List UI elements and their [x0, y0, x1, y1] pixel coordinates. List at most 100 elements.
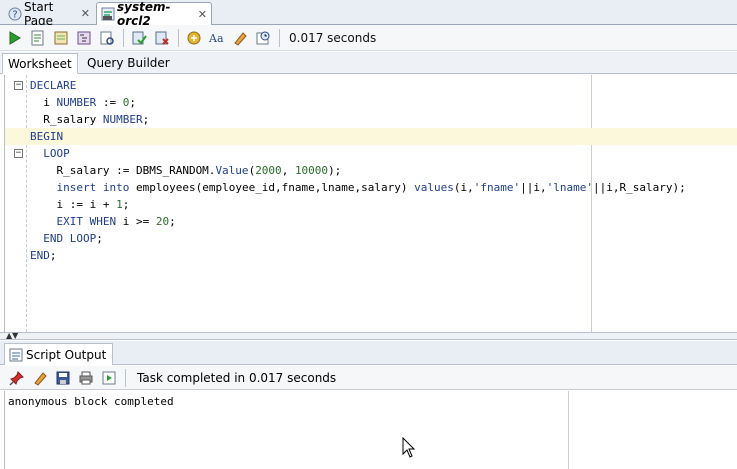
code-text: i := i + 1; — [30, 196, 129, 213]
splitter-arrows-icon[interactable]: ▲▼ — [6, 332, 18, 340]
tab-query-builder[interactable]: Query Builder — [82, 53, 175, 74]
tab-script-output[interactable]: Script Output — [4, 343, 114, 365]
code-token: (i, — [453, 181, 474, 194]
code-text: END LOOP; — [30, 230, 103, 247]
code-text: R_salary := DBMS_RANDOM.Value(2000, 1000… — [30, 162, 341, 179]
code-token: ; — [129, 96, 136, 109]
code-token: EXIT WHEN — [56, 215, 117, 228]
panel-splitter[interactable]: ▲▼ — [0, 332, 737, 340]
close-icon[interactable]: ✕ — [81, 7, 90, 20]
code-token: := — [96, 96, 123, 109]
fold-toggle-icon[interactable]: − — [14, 149, 23, 158]
code-text: BEGIN — [30, 128, 63, 145]
tab-start-page[interactable]: ? Start Page ✕ — [4, 0, 94, 28]
code-line[interactable]: BEGIN — [5, 128, 737, 145]
mouse-cursor-icon — [402, 436, 416, 462]
code-line[interactable]: i NUMBER := 0; — [5, 94, 737, 111]
svg-text:Aa: Aa — [208, 32, 224, 45]
tab-label: Script Output — [26, 347, 107, 362]
run-script-icon[interactable] — [28, 28, 48, 48]
code-line[interactable]: insert into employees(employee_id,fname,… — [5, 179, 737, 196]
commit-icon[interactable] — [129, 28, 149, 48]
code-token: 1 — [116, 198, 123, 211]
close-icon[interactable]: ✕ — [198, 8, 207, 21]
code-token: insert into — [56, 181, 130, 194]
save-icon[interactable] — [53, 368, 73, 388]
code-line[interactable]: EXIT WHEN i >= 20; — [5, 213, 737, 230]
fold-toggle-icon[interactable]: − — [14, 81, 23, 90]
code-token: 2000 — [255, 164, 282, 177]
unshared-sql-icon[interactable] — [184, 28, 204, 48]
sql-tuning-icon[interactable] — [97, 28, 117, 48]
code-line[interactable]: R_salary NUMBER; — [5, 111, 737, 128]
code-token: NUMBER — [102, 113, 143, 126]
tab-worksheet[interactable]: Worksheet — [2, 53, 78, 74]
code-token: employees(employee_id,fname,lname,salary… — [129, 181, 415, 194]
clear-output-icon[interactable] — [30, 368, 50, 388]
code-token: ||i,R_salary); — [592, 181, 686, 194]
code-token: i >= — [116, 215, 156, 228]
code-token: Value — [215, 164, 249, 177]
clear-icon[interactable] — [230, 28, 250, 48]
code-token: 'fname' — [473, 181, 521, 194]
code-token: R_salary — [30, 113, 103, 126]
toolbar-separator — [178, 28, 179, 47]
pin-icon[interactable] — [7, 368, 27, 388]
script-output-area[interactable]: anonymous block completed — [4, 391, 737, 469]
execution-time: 0.017 seconds — [289, 30, 377, 45]
sql-editor[interactable]: − DECLARE i NUMBER := 0; R_salary NUMBER;… — [4, 75, 737, 332]
code-token: values — [414, 181, 454, 194]
code-token: BEGIN — [30, 130, 64, 143]
code-token: i := i + — [30, 198, 117, 211]
rollback-icon[interactable] — [152, 28, 172, 48]
code-line[interactable]: − DECLARE — [5, 77, 737, 94]
output-text: anonymous block completed — [8, 395, 174, 408]
sql-history-icon[interactable] — [253, 28, 273, 48]
svg-text:?: ? — [12, 9, 17, 20]
code-text: i NUMBER := 0; — [30, 94, 136, 111]
code-token: ; — [142, 113, 150, 126]
task-status: Task completed in 0.017 seconds — [137, 370, 337, 385]
tab-label: system-orcl2 — [117, 0, 171, 28]
code-token: ||i, — [520, 181, 547, 194]
help-icon: ? — [8, 7, 22, 21]
code-text: R_salary NUMBER; — [30, 111, 149, 128]
toolbar-separator — [123, 28, 124, 47]
code-token: NUMBER — [56, 96, 97, 109]
code-token: 'lname' — [546, 181, 593, 194]
tab-system-orcl2[interactable]: system-orcl2 ✕ — [96, 0, 212, 28]
toolbar-separator — [125, 368, 126, 387]
code-token: DECLARE — [30, 79, 77, 92]
code-token: ); — [328, 164, 342, 177]
code-token: ; — [169, 215, 176, 228]
open-in-editor-icon[interactable] — [99, 368, 119, 388]
code-token: 10000 — [294, 164, 329, 177]
autotrace-icon[interactable] — [51, 28, 71, 48]
output-toolbar: Task completed in 0.017 seconds — [0, 366, 737, 390]
print-icon[interactable] — [76, 368, 96, 388]
editor-subtab-bar: Worksheet Query Builder — [0, 52, 737, 74]
code-line[interactable]: END LOOP; — [5, 230, 737, 247]
code-line[interactable]: END; — [5, 247, 737, 264]
code-text: DECLARE — [30, 77, 76, 94]
code-token: ; — [49, 249, 57, 262]
toolbar-separator — [279, 28, 280, 47]
code-token: , — [281, 164, 295, 177]
code-text: END; — [30, 247, 57, 264]
output-margin-line — [568, 391, 569, 469]
document-tab-bar: ? Start Page ✕ system-orcl2 ✕ — [0, 0, 737, 28]
code-line[interactable]: i := i + 1; — [5, 196, 737, 213]
code-line[interactable]: − LOOP — [5, 145, 737, 162]
to-upper-lower-icon[interactable]: Aa — [207, 28, 227, 48]
code-token: i — [30, 96, 57, 109]
code-line[interactable]: R_salary := DBMS_RANDOM.Value(2000, 1000… — [5, 162, 737, 179]
run-statement-icon[interactable] — [5, 28, 25, 48]
code-token: LOOP — [30, 147, 70, 160]
explain-plan-icon[interactable] — [74, 28, 94, 48]
code-token: 20 — [155, 215, 170, 228]
code-token: END LOOP — [43, 232, 97, 245]
code-text: EXIT WHEN i >= 20; — [30, 213, 176, 230]
code-text: LOOP — [30, 145, 70, 162]
